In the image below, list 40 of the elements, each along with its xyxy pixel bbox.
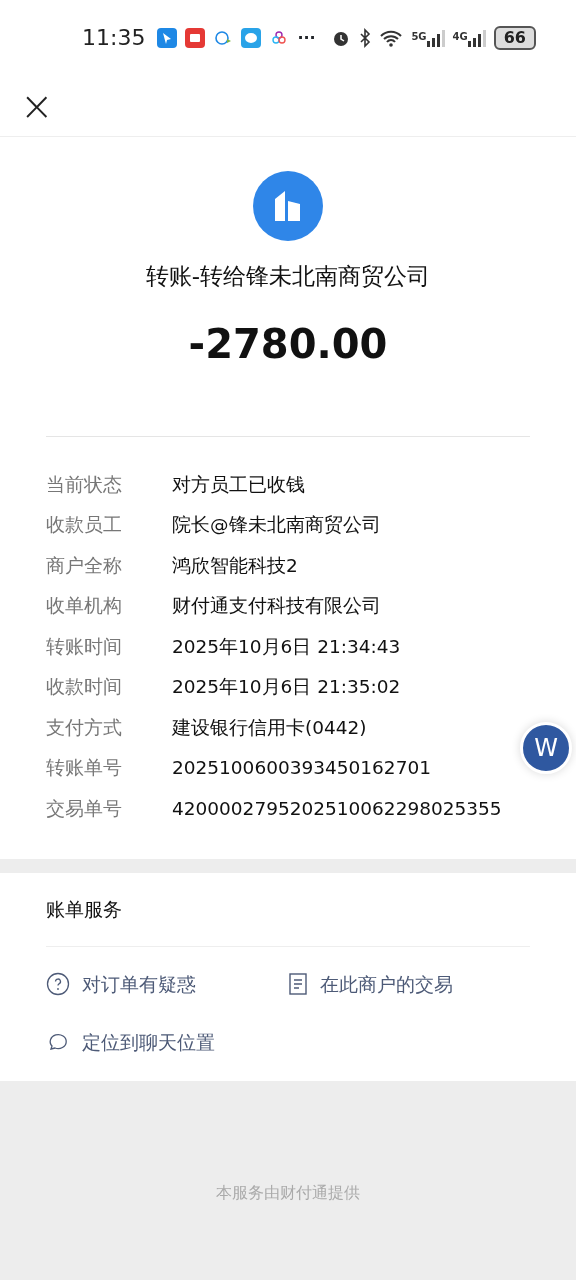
detail-value: 2025年10月6日 21:35:02 <box>172 675 401 700</box>
service-link[interactable]: 在此商户的交易 <box>288 955 453 1013</box>
detail-label: 商户全称 <box>46 553 123 578</box>
detail-label: 收款时间 <box>46 675 123 700</box>
help-icon <box>46 972 70 996</box>
close-button[interactable]: × <box>16 85 58 126</box>
signal-icon <box>467 28 486 47</box>
document-icon <box>288 972 308 996</box>
detail-label: 交易单号 <box>46 796 123 821</box>
merchant-title: 转账-转给锋未北南商贸公司 <box>144 262 432 291</box>
detail-label: 支付方式 <box>46 715 123 740</box>
service-link[interactable]: 对订单有疑惑 <box>46 955 196 1013</box>
detail-label: 收款员工 <box>46 513 123 538</box>
signal-icon <box>426 28 445 47</box>
clock-time: 11:35 <box>82 24 146 52</box>
detail-value: 建设银行信用卡(0442) <box>172 715 367 740</box>
detail-label: 收单机构 <box>46 594 123 619</box>
detail-label: 转账单号 <box>46 756 123 781</box>
app-icon <box>157 27 178 48</box>
more-indicator: ··· <box>297 26 316 49</box>
detail-label: 当前状态 <box>46 472 123 497</box>
detail-value: 2025100600393450162701 <box>172 756 431 781</box>
amount-text: -2780.00 <box>187 319 389 369</box>
shop-icon <box>253 171 323 241</box>
detail-value: 对方员工已收钱 <box>172 472 305 497</box>
detail-value: 2025年10月6日 21:34:43 <box>172 634 401 659</box>
detail-value: 4200002795202510062298025355 <box>172 796 502 821</box>
bluetooth-icon <box>359 27 372 48</box>
message-icon <box>241 27 262 48</box>
detail-value: 院长@锋未北南商贸公司 <box>172 513 381 538</box>
detail-value: 鸿欣智能科技2 <box>172 553 298 578</box>
battery-indicator: 66 <box>493 25 536 50</box>
app-icon <box>185 27 206 48</box>
service-link[interactable]: 定位到聊天位置 <box>46 1013 215 1071</box>
footer-text: 本服务由财付通提供 <box>215 1182 361 1204</box>
detail-label: 转账时间 <box>46 634 123 659</box>
network-label: 4G <box>452 29 468 44</box>
section-title: 账单服务 <box>46 873 530 947</box>
detail-value: 财付通支付科技有限公司 <box>172 594 381 619</box>
network-label: 5G <box>411 29 427 44</box>
